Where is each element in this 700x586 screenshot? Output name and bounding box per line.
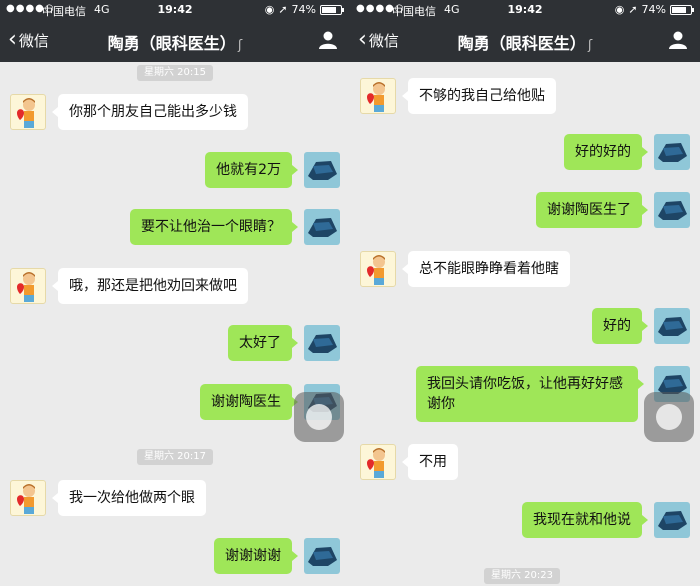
contact-avatar[interactable]: [10, 268, 46, 304]
ear-icon: ʃ: [237, 38, 243, 53]
battery-icon: [670, 4, 694, 15]
nav-bar: ‹ 微信 陶勇（眼科医生） ʃ: [0, 20, 350, 62]
assistive-touch-button[interactable]: [644, 392, 694, 442]
location-icon: ➚: [278, 3, 288, 16]
my-avatar[interactable]: [654, 502, 690, 538]
person-icon[interactable]: [318, 30, 338, 50]
battery-percent: 74%: [291, 3, 316, 16]
message-bubble-outgoing[interactable]: 太好了: [228, 325, 298, 361]
orientation-lock-icon: ◉: [264, 3, 275, 16]
hat-icon: [308, 547, 337, 566]
cartoon-boy-icon: [17, 484, 35, 514]
hat-icon: [658, 143, 687, 162]
my-avatar[interactable]: [304, 325, 340, 361]
chat-title: 陶勇（眼科医生） ʃ: [0, 30, 350, 54]
status-bar: ●●●●○ 中国电信 4G 19:42 ◉ ➚ 74%: [0, 0, 350, 20]
hat-icon: [658, 317, 687, 336]
message-bubble-outgoing[interactable]: 谢谢陶医生: [200, 384, 298, 420]
my-avatar[interactable]: [654, 308, 690, 344]
contact-avatar[interactable]: [360, 444, 396, 480]
cartoon-boy-icon: [367, 82, 385, 112]
chat-title-text: 陶勇（眼科医生）: [107, 34, 236, 53]
chat-title: 陶勇（眼科医生） ʃ: [350, 30, 700, 54]
timestamp: 星期六 20:15: [137, 65, 213, 81]
contact-avatar[interactable]: [10, 94, 46, 130]
timestamp: 星期六 20:23: [484, 568, 560, 584]
my-avatar[interactable]: [654, 192, 690, 228]
cartoon-boy-icon: [367, 255, 385, 285]
battery-percent: 74%: [641, 3, 666, 16]
hat-icon: [658, 201, 687, 220]
message-bubble-outgoing[interactable]: 谢谢谢谢: [214, 538, 298, 574]
contact-avatar[interactable]: [10, 480, 46, 516]
my-avatar[interactable]: [654, 134, 690, 170]
message-bubble-outgoing[interactable]: 我现在就和他说: [522, 502, 648, 538]
ear-icon: ʃ: [587, 38, 593, 53]
message-bubble-outgoing[interactable]: 谢谢陶医生了: [536, 192, 648, 228]
cartoon-boy-icon: [17, 272, 35, 302]
my-avatar[interactable]: [304, 538, 340, 574]
message-bubble-incoming[interactable]: 我一次给他做两个眼: [52, 480, 206, 516]
assistive-touch-button[interactable]: [294, 392, 344, 442]
cartoon-boy-icon: [367, 448, 385, 478]
message-bubble-incoming[interactable]: 不用: [402, 444, 458, 480]
message-bubble-outgoing[interactable]: 他就有2万: [205, 152, 298, 188]
message-bubble-incoming[interactable]: 不够的我自己给他贴: [402, 78, 556, 114]
hat-icon: [308, 334, 337, 353]
cartoon-boy-icon: [17, 98, 35, 128]
chat-title-text: 陶勇（眼科医生）: [457, 34, 586, 53]
my-avatar[interactable]: [304, 152, 340, 188]
message-bubble-outgoing[interactable]: 要不让他治一个眼睛？: [130, 209, 298, 245]
orientation-lock-icon: ◉: [614, 3, 625, 16]
chat-screen-left: ●●●●○ 中国电信 4G 19:42 ◉ ➚ 74% ‹ 微信 陶勇（眼科医生…: [0, 0, 350, 586]
message-bubble-incoming[interactable]: 总不能眼睁睁看着他瞎: [402, 251, 570, 287]
hat-icon: [308, 218, 337, 237]
message-bubble-outgoing[interactable]: 好的: [592, 308, 648, 344]
my-avatar[interactable]: [304, 209, 340, 245]
chat-screen-right: ●●●●○ 中国电信 4G 19:42 ◉ ➚ 74% ‹ 微信 陶勇（眼科医生…: [350, 0, 700, 586]
location-icon: ➚: [628, 3, 638, 16]
hat-icon: [658, 511, 687, 530]
timestamp: 星期六 20:17: [137, 449, 213, 465]
message-bubble-incoming[interactable]: 哦，那还是把他劝回来做吧: [52, 268, 248, 304]
nav-bar: ‹ 微信 陶勇（眼科医生） ʃ: [350, 20, 700, 62]
person-icon[interactable]: [668, 30, 688, 50]
status-bar: ●●●●○ 中国电信 4G 19:42 ◉ ➚ 74%: [350, 0, 700, 20]
message-bubble-outgoing[interactable]: 我回头请你吃饭，让他再好好感谢你: [416, 366, 644, 422]
message-bubble-incoming[interactable]: 你那个朋友自己能出多少钱: [52, 94, 248, 130]
hat-icon: [308, 161, 337, 180]
message-bubble-outgoing[interactable]: 好的好的: [564, 134, 648, 170]
battery-icon: [320, 4, 344, 15]
contact-avatar[interactable]: [360, 78, 396, 114]
contact-avatar[interactable]: [360, 251, 396, 287]
